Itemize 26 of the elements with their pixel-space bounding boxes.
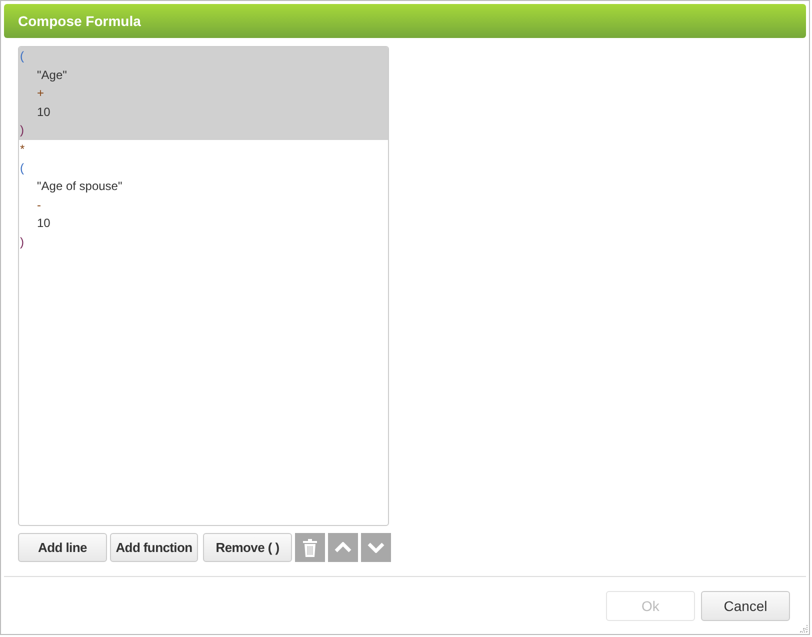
move-down-button[interactable]	[361, 533, 391, 562]
formula-block[interactable]: ( "Age" + 10 )	[19, 47, 388, 140]
chevron-down-icon	[367, 542, 385, 553]
toolbar-button[interactable]: Add function	[110, 533, 198, 562]
formula-line: (	[20, 48, 24, 65]
formula-line: "Age of spouse"	[37, 178, 122, 196]
formula-line: )	[20, 122, 24, 140]
formula-line: (	[20, 160, 24, 177]
resize-grip-icon[interactable]	[799, 624, 808, 633]
formula-line: )	[20, 234, 24, 251]
formula-line: -	[37, 196, 41, 214]
toolbar-button[interactable]: Add line	[18, 533, 107, 562]
toolbar-button[interactable]: Remove ( )	[203, 533, 292, 562]
formula-line: "Age"	[37, 66, 67, 84]
delete-button[interactable]	[295, 533, 325, 562]
formula-line: 10	[37, 215, 50, 232]
formula-editor[interactable]: ( "Age" + 10 ) * ( "Age of spouse" - 10 )	[18, 46, 389, 526]
trash-icon	[303, 538, 317, 556]
formula-block[interactable]: * ( "Age of spouse" - 10 )	[19, 140, 388, 252]
dialog-button[interactable]: Cancel	[701, 590, 790, 620]
formula-line: 10	[37, 104, 50, 121]
chevron-up-icon	[334, 542, 352, 553]
formula-line: *	[20, 140, 25, 158]
formula-line: +	[37, 85, 44, 102]
dialog-title: Compose Formula	[18, 13, 141, 29]
move-up-button[interactable]	[328, 533, 358, 562]
